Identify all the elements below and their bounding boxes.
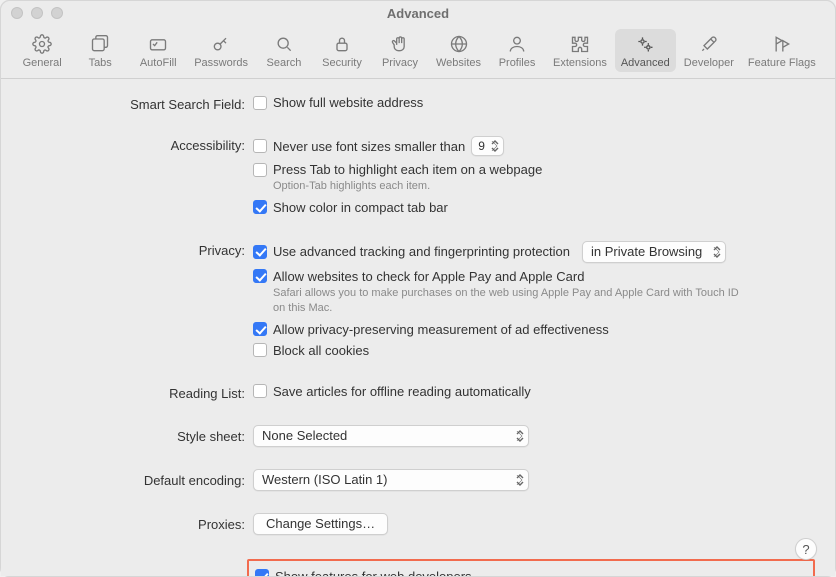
apple-pay-hint: Safari allows you to make purchases on t… (273, 286, 753, 316)
show-dev-features-label: Show features for web developers (275, 569, 472, 576)
close-button[interactable] (11, 7, 23, 19)
tab-feature-flags[interactable]: Feature Flags (742, 29, 822, 72)
tab-search[interactable]: Search (256, 29, 312, 72)
gear-icon (31, 33, 53, 55)
toolbar-label: Developer (684, 57, 734, 69)
tab-security[interactable]: Security (314, 29, 370, 72)
advanced-pane: Smart Search Field: Show full website ad… (1, 79, 835, 576)
developer-highlight: Show features for web developers (247, 559, 815, 576)
tabs-icon (89, 33, 111, 55)
lock-icon (331, 33, 353, 55)
toolbar-label: Profiles (499, 57, 536, 69)
show-full-address-label: Show full website address (273, 95, 423, 110)
toolbar-label: Feature Flags (748, 57, 816, 69)
apple-pay-checkbox[interactable] (253, 269, 267, 283)
toolbar-label: Websites (436, 57, 481, 69)
change-settings-button[interactable]: Change Settings… (253, 513, 388, 535)
toolbar-label: Privacy (382, 57, 418, 69)
preferences-toolbar: General Tabs AutoFill Passwords Search (1, 25, 835, 79)
puzzle-icon (569, 33, 591, 55)
tab-tabs[interactable]: Tabs (72, 29, 128, 72)
globe-icon (448, 33, 470, 55)
help-button[interactable]: ? (795, 538, 817, 560)
toolbar-label: Security (322, 57, 362, 69)
accessibility-label: Accessibility: (21, 136, 253, 153)
tracking-protection-label: Use advanced tracking and fingerprinting… (273, 244, 570, 259)
default-encoding-label: Default encoding: (21, 469, 253, 488)
ad-measurement-checkbox[interactable] (253, 322, 267, 336)
toolbar-label: Advanced (621, 57, 670, 69)
tab-extensions[interactable]: Extensions (547, 29, 613, 72)
ad-measurement-label: Allow privacy-preserving measurement of … (273, 322, 609, 337)
window-controls[interactable] (11, 7, 63, 19)
window-title: Advanced (387, 6, 449, 21)
show-dev-features-checkbox[interactable] (255, 569, 269, 576)
min-font-size-checkbox[interactable] (253, 139, 267, 153)
tab-developer[interactable]: Developer (678, 29, 740, 72)
hand-icon (389, 33, 411, 55)
tab-passwords[interactable]: Passwords (188, 29, 254, 72)
toolbar-label: Search (267, 57, 302, 69)
tab-profiles[interactable]: Profiles (489, 29, 545, 72)
toolbar-label: AutoFill (140, 57, 177, 69)
style-sheet-select[interactable]: None Selected (253, 425, 529, 447)
privacy-label: Privacy: (21, 241, 253, 258)
save-offline-checkbox[interactable] (253, 384, 267, 398)
block-cookies-checkbox[interactable] (253, 343, 267, 357)
gears-icon (634, 33, 656, 55)
option-tab-hint: Option-Tab highlights each item. (273, 179, 753, 194)
key-icon (210, 33, 232, 55)
pencil-icon (147, 33, 169, 55)
save-offline-label: Save articles for offline reading automa… (273, 384, 531, 399)
min-font-size-label: Never use font sizes smaller than (273, 139, 465, 154)
tools-icon (698, 33, 720, 55)
tracking-scope-select[interactable]: in Private Browsing (582, 241, 726, 263)
search-icon (273, 33, 295, 55)
tracking-protection-checkbox[interactable] (253, 245, 267, 259)
tab-privacy[interactable]: Privacy (372, 29, 428, 72)
help-label: ? (802, 542, 809, 557)
reading-list-label: Reading List: (21, 384, 253, 401)
style-sheet-label: Style sheet: (21, 425, 253, 444)
show-full-address-checkbox[interactable] (253, 96, 267, 110)
tab-websites[interactable]: Websites (430, 29, 487, 72)
tab-general[interactable]: General (14, 29, 70, 72)
toolbar-label: Tabs (89, 57, 112, 69)
min-font-size-select[interactable]: 9 (471, 136, 504, 156)
show-color-tab-label: Show color in compact tab bar (273, 200, 448, 215)
press-tab-label: Press Tab to highlight each item on a we… (273, 162, 542, 177)
toolbar-label: General (23, 57, 62, 69)
block-cookies-label: Block all cookies (273, 343, 369, 358)
tab-autofill[interactable]: AutoFill (130, 29, 186, 72)
zoom-button[interactable] (51, 7, 63, 19)
preferences-window: Advanced General Tabs AutoFill Passwords (0, 0, 836, 577)
smart-search-label: Smart Search Field: (21, 95, 253, 112)
minimize-button[interactable] (31, 7, 43, 19)
toolbar-label: Passwords (194, 57, 248, 69)
person-icon (506, 33, 528, 55)
titlebar: Advanced (1, 1, 835, 25)
tab-advanced[interactable]: Advanced (615, 29, 676, 72)
flags-icon (771, 33, 793, 55)
toolbar-label: Extensions (553, 57, 607, 69)
apple-pay-label: Allow websites to check for Apple Pay an… (273, 269, 584, 284)
default-encoding-select[interactable]: Western (ISO Latin 1) (253, 469, 529, 491)
show-color-tab-checkbox[interactable] (253, 200, 267, 214)
press-tab-checkbox[interactable] (253, 163, 267, 177)
proxies-label: Proxies: (21, 513, 253, 532)
